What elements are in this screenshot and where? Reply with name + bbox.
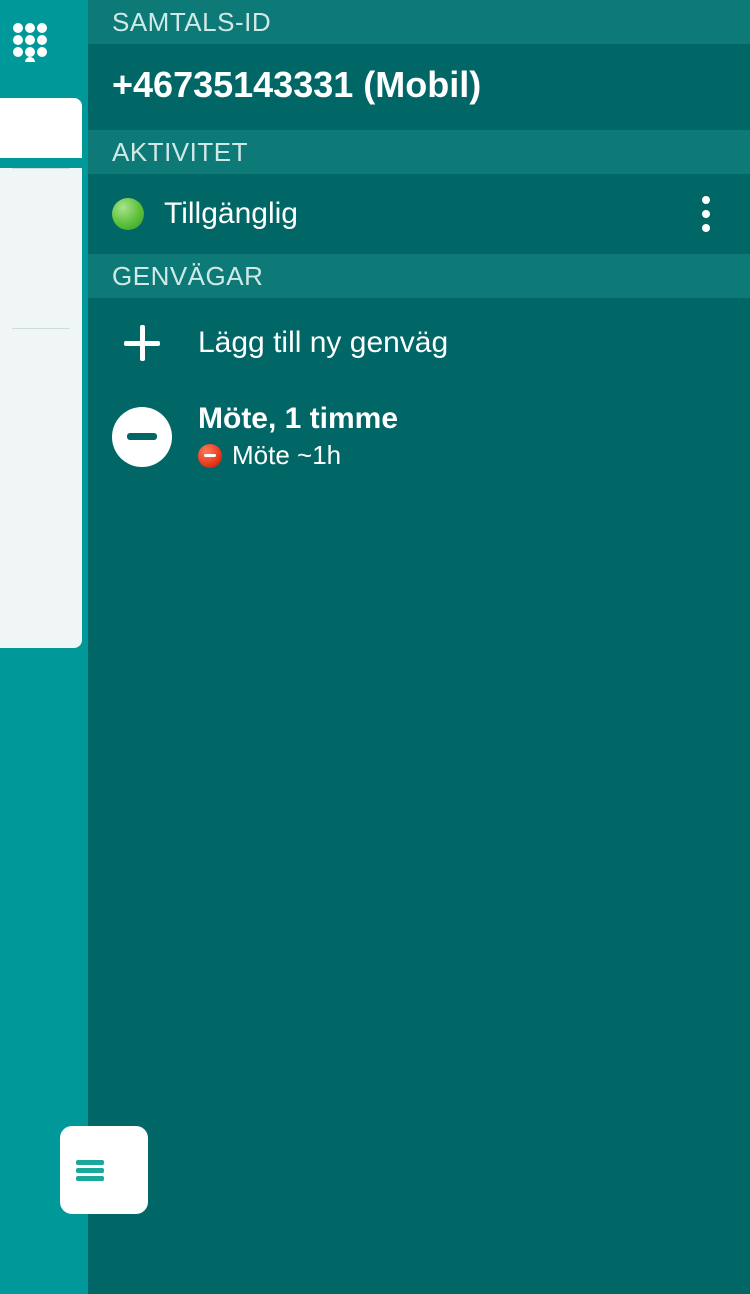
add-shortcut-row[interactable]: Lägg till ny genväg	[88, 298, 750, 388]
caller-id-value: +46735143331 (Mobil)	[112, 64, 481, 105]
minus-icon	[127, 433, 157, 440]
sidebar-tab-active[interactable]	[0, 98, 82, 158]
sidebar-tab[interactable]	[0, 328, 82, 488]
activity-status-label: Tillgänglig	[164, 197, 686, 231]
shortcut-subtitle: Möte ~1h	[232, 440, 341, 471]
menu-icon	[76, 1160, 104, 1180]
shortcut-title: Möte, 1 timme	[198, 402, 398, 436]
no-entry-icon	[198, 444, 222, 468]
caller-id-header-label: SAMTALS-ID	[112, 7, 271, 38]
menu-button[interactable]	[60, 1126, 148, 1214]
shortcuts-header-label: GENVÄGAR	[112, 261, 263, 292]
add-shortcut-label: Lägg till ny genväg	[198, 326, 448, 360]
section-header-shortcuts: GENVÄGAR	[88, 254, 750, 298]
sidebar-tab[interactable]	[0, 488, 82, 648]
plus-icon	[124, 325, 160, 361]
section-header-caller-id: SAMTALS-ID	[88, 0, 750, 44]
section-header-activity: AKTIVITET	[88, 130, 750, 174]
caller-id-row[interactable]: +46735143331 (Mobil)	[88, 44, 750, 130]
remove-shortcut-icon[interactable]	[112, 407, 172, 467]
sidebar-tab[interactable]	[0, 168, 82, 328]
shortcut-item[interactable]: Möte, 1 timme Möte ~1h	[88, 388, 750, 485]
activity-status-row[interactable]: Tillgänglig	[88, 174, 750, 254]
status-available-icon	[112, 198, 144, 230]
more-vertical-icon[interactable]	[686, 184, 726, 244]
activity-header-label: AKTIVITET	[112, 137, 248, 168]
dialpad-icon[interactable]	[12, 22, 48, 62]
left-sidebar	[0, 0, 88, 1294]
main-panel: SAMTALS-ID +46735143331 (Mobil) AKTIVITE…	[88, 0, 750, 1294]
